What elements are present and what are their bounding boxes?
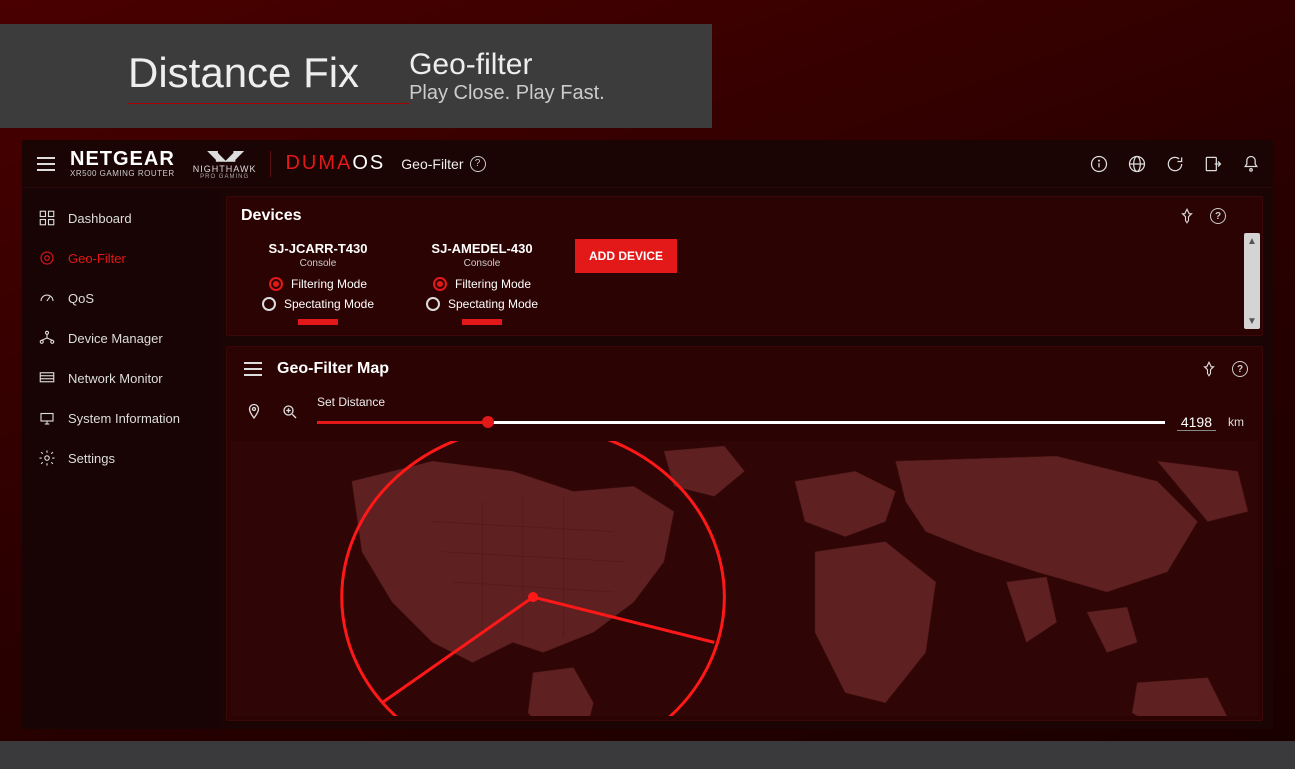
panel-help-icon[interactable]: ?: [1210, 208, 1226, 224]
device-card: SJ-JCARR-T430 Console Filtering Mode Spe…: [241, 235, 395, 325]
banner-title: Geo-filter: [409, 48, 605, 82]
target-icon: [38, 249, 56, 267]
gauge-icon: [38, 289, 56, 307]
breadcrumb-help-icon[interactable]: ?: [470, 156, 486, 172]
device-name: SJ-AMEDEL-430: [409, 241, 555, 256]
devices-scrollbar[interactable]: ▲ ▼: [1244, 233, 1260, 329]
gear-icon: [38, 449, 56, 467]
sidebar-item-label: Dashboard: [68, 211, 132, 226]
dumaos-duma: DUMA: [285, 152, 352, 174]
geofilter-map-panel: Geo-Filter Map ? Set Distance: [226, 346, 1263, 721]
spectating-mode-radio[interactable]: Spectating Mode: [245, 297, 391, 311]
sidebar-item-qos[interactable]: QoS: [22, 278, 218, 318]
device-indicator: [298, 319, 338, 325]
scroll-up-arrow[interactable]: ▲: [1244, 233, 1260, 249]
map-panel-title: Geo-Filter Map: [277, 360, 389, 378]
main-content: Devices ? SJ-JCARR-T430 Console Filterin…: [218, 188, 1273, 729]
refresh-icon[interactable]: [1165, 154, 1185, 174]
system-icon: [38, 409, 56, 427]
sidebar-item-label: Settings: [68, 451, 115, 466]
add-device-button[interactable]: ADD DEVICE: [575, 239, 677, 273]
sidebar-item-network-monitor[interactable]: Network Monitor: [22, 358, 218, 398]
device-card: SJ-AMEDEL-430 Console Filtering Mode Spe…: [405, 235, 559, 325]
world-map[interactable]: [231, 441, 1258, 716]
notifications-icon[interactable]: [1241, 154, 1261, 174]
radio-label: Filtering Mode: [455, 277, 531, 291]
pin-icon[interactable]: [1200, 360, 1218, 378]
sidebar-item-settings[interactable]: Settings: [22, 438, 218, 478]
netgear-logo: NETGEAR XR500 GAMING ROUTER: [70, 149, 175, 178]
scroll-down-arrow[interactable]: ▼: [1244, 313, 1260, 329]
zoom-icon[interactable]: [281, 403, 299, 424]
info-icon[interactable]: [1089, 154, 1109, 174]
dashboard-icon: [38, 209, 56, 227]
distance-unit: km: [1228, 415, 1244, 429]
monitor-icon: [38, 369, 56, 387]
breadcrumb: Geo-Filter ?: [401, 156, 485, 172]
banner-headline: Distance Fix: [128, 49, 409, 104]
device-indicator: [462, 319, 502, 325]
sidebar-item-label: QoS: [68, 291, 94, 306]
sidebar-item-system-info[interactable]: System Information: [22, 398, 218, 438]
dumaos-os: OS: [352, 152, 385, 174]
logout-icon[interactable]: [1203, 154, 1223, 174]
radio-label: Filtering Mode: [291, 277, 367, 291]
logo-divider: [270, 151, 271, 177]
spectating-mode-radio[interactable]: Spectating Mode: [409, 297, 555, 311]
slider-thumb[interactable]: [482, 416, 494, 428]
topbar: NETGEAR XR500 GAMING ROUTER ◥◣◢◤ NIGHTHA…: [22, 140, 1273, 188]
sidebar-item-label: System Information: [68, 411, 180, 426]
pin-icon[interactable]: [1178, 207, 1196, 225]
banner-subtitle: Play Close. Play Fast.: [409, 82, 605, 105]
radio-label: Spectating Mode: [448, 297, 538, 311]
nighthawk-logo: ◥◣◢◤ NIGHTHAWK PRO GAMING: [193, 147, 257, 180]
radio-label: Spectating Mode: [284, 297, 374, 311]
sidebar-item-device-manager[interactable]: Device Manager: [22, 318, 218, 358]
nighthawk-wordmark: NIGHTHAWK: [193, 164, 257, 174]
sidebar-item-label: Network Monitor: [68, 371, 163, 386]
sidebar-item-geofilter[interactable]: Geo-Filter: [22, 238, 218, 278]
sidebar-item-label: Geo-Filter: [68, 251, 126, 266]
filtering-mode-radio[interactable]: Filtering Mode: [409, 277, 555, 291]
devices-panel: Devices ? SJ-JCARR-T430 Console Filterin…: [226, 196, 1263, 336]
device-type: Console: [245, 258, 391, 269]
netgear-subtitle: XR500 GAMING ROUTER: [70, 169, 175, 178]
network-icon: [38, 329, 56, 347]
map-menu-icon[interactable]: [241, 357, 265, 381]
device-type: Console: [409, 258, 555, 269]
distance-value[interactable]: 4198: [1177, 414, 1216, 431]
distance-slider[interactable]: [317, 413, 1165, 431]
device-name: SJ-JCARR-T430: [245, 241, 391, 256]
home-location-icon: [528, 592, 538, 602]
menu-toggle-button[interactable]: [34, 152, 58, 176]
nighthawk-sub: PRO GAMING: [200, 174, 249, 180]
globe-icon[interactable]: [1127, 154, 1147, 174]
app-window: NETGEAR XR500 GAMING ROUTER ◥◣◢◤ NIGHTHA…: [22, 140, 1273, 729]
netgear-wordmark: NETGEAR: [70, 149, 175, 169]
filtering-mode-radio[interactable]: Filtering Mode: [245, 277, 391, 291]
marketing-banner: Distance Fix Geo-filter Play Close. Play…: [0, 24, 712, 128]
sidebar: Dashboard Geo-Filter QoS Device Manager …: [22, 188, 218, 729]
devices-panel-title: Devices: [241, 207, 302, 225]
panel-help-icon[interactable]: ?: [1232, 361, 1248, 377]
os-taskbar: [0, 741, 1295, 769]
dumaos-logo: DUMAOS: [285, 152, 385, 175]
location-pin-icon[interactable]: [245, 403, 263, 424]
breadcrumb-label: Geo-Filter: [401, 156, 463, 172]
sidebar-item-dashboard[interactable]: Dashboard: [22, 198, 218, 238]
distance-label: Set Distance: [317, 395, 1244, 409]
sidebar-item-label: Device Manager: [68, 331, 163, 346]
